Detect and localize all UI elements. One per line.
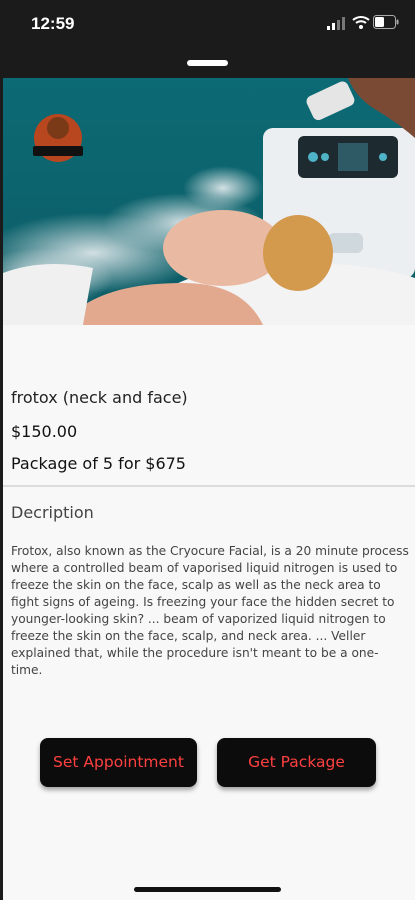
hero-image: [3, 78, 415, 325]
cellular-signal-icon: [327, 17, 345, 30]
product-price: $150.00: [11, 422, 78, 441]
description-text: Frotox, also known as the Cryocure Facia…: [11, 544, 409, 677]
detail-sheet: frotox (neck and face) $150.00 Package o…: [3, 78, 415, 900]
battery-icon: [373, 15, 399, 29]
package-offer: Package of 5 for $675: [11, 454, 186, 473]
get-package-button[interactable]: Get Package: [217, 738, 376, 787]
set-appointment-button[interactable]: Set Appointment: [40, 738, 197, 787]
home-indicator[interactable]: [134, 887, 281, 892]
status-time: 12:59: [31, 14, 75, 33]
divider: [3, 485, 415, 487]
description-heading: Decription: [11, 503, 94, 522]
status-bar: 12:59: [0, 0, 415, 55]
sheet-grabber[interactable]: [187, 60, 228, 66]
product-title: frotox (neck and face): [11, 388, 188, 407]
wifi-icon: [352, 16, 370, 29]
